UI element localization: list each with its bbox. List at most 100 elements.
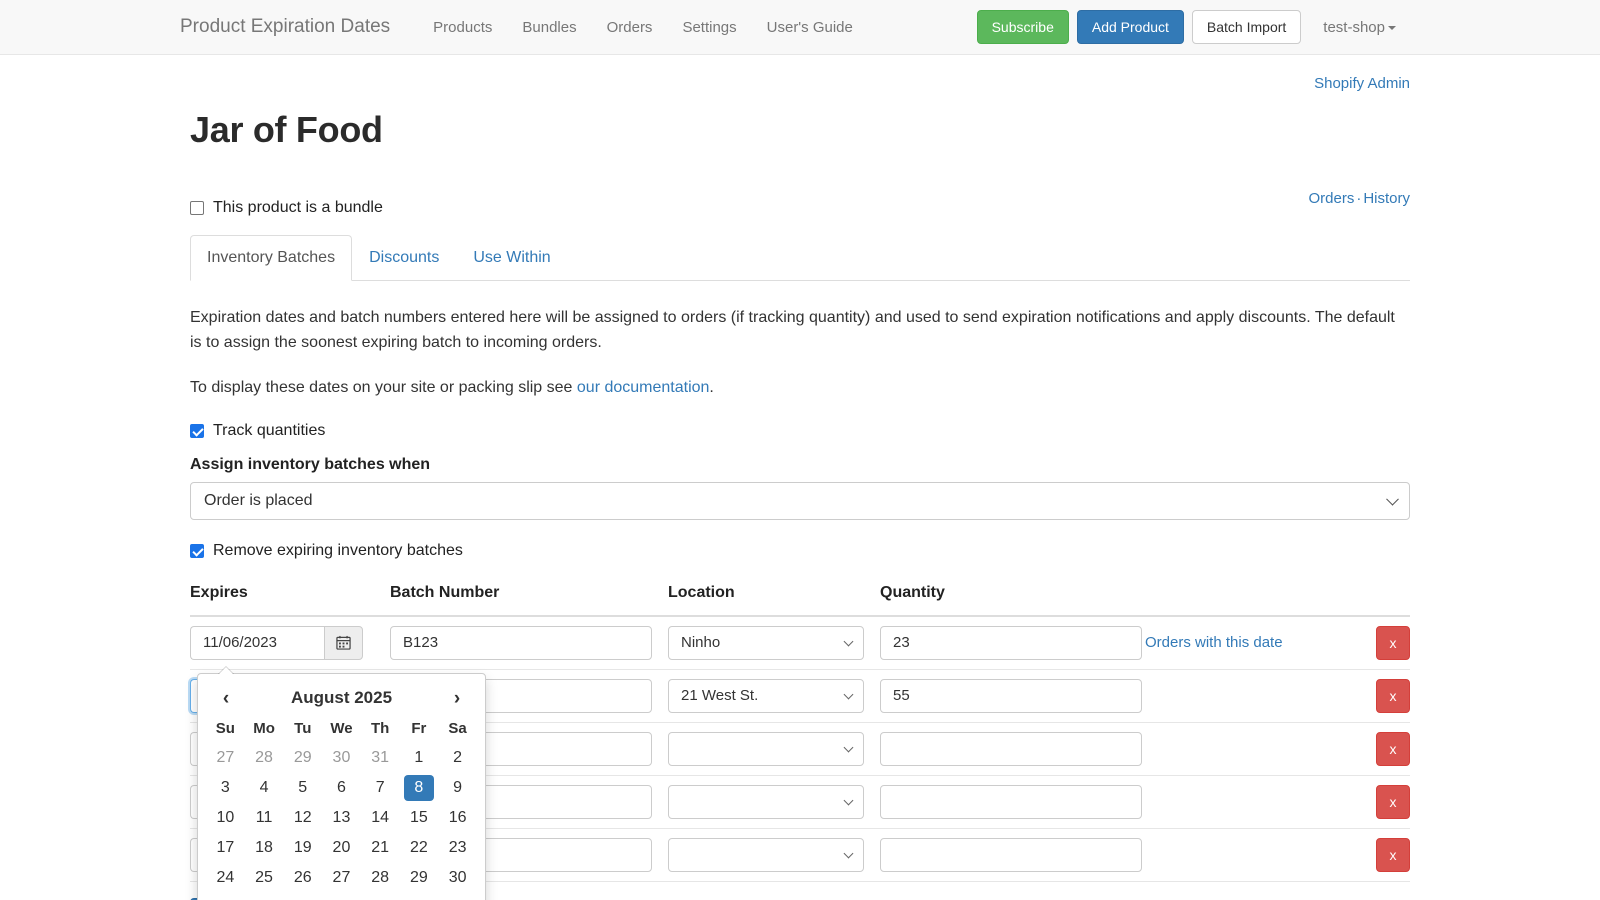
datepicker-day[interactable]: 28 xyxy=(365,865,395,891)
delete-row-button[interactable]: x xyxy=(1376,679,1410,713)
quantity-input[interactable]: 55 xyxy=(880,679,1142,713)
delete-row-button[interactable]: x xyxy=(1376,838,1410,872)
nav-link-orders[interactable]: Orders xyxy=(592,19,668,36)
assign-batches-select[interactable]: Order is placed xyxy=(190,482,1410,520)
chevron-down-icon xyxy=(844,689,854,699)
location-select[interactable]: 21 West St. xyxy=(668,679,864,713)
delete-row-button[interactable]: x xyxy=(1376,785,1410,819)
cell-orders-link xyxy=(1145,669,1355,722)
tab-discounts[interactable]: Discounts xyxy=(352,235,456,281)
cell-orders-link xyxy=(1145,828,1355,881)
location-value: 21 West St. xyxy=(681,687,758,704)
documentation-link[interactable]: our documentation xyxy=(577,379,710,396)
datepicker-day[interactable]: 1 xyxy=(404,745,434,771)
next-month-icon[interactable]: › xyxy=(447,689,467,708)
datepicker-day[interactable]: 14 xyxy=(365,805,395,831)
datepicker-day[interactable]: 19 xyxy=(288,835,318,861)
datepicker-day[interactable]: 29 xyxy=(288,745,318,771)
delete-row-button[interactable]: x xyxy=(1376,732,1410,766)
datepicker-day[interactable]: 5 xyxy=(288,775,318,801)
datepicker-day[interactable]: 4 xyxy=(249,775,279,801)
datepicker-day[interactable]: 17 xyxy=(210,835,240,861)
datepicker-day-selected[interactable]: 8 xyxy=(404,775,434,801)
datepicker-day[interactable]: 23 xyxy=(443,835,473,861)
datepicker-day[interactable]: 15 xyxy=(404,805,434,831)
history-link[interactable]: History xyxy=(1363,190,1410,207)
calendar-icon-button[interactable] xyxy=(324,626,363,660)
datepicker-day[interactable]: 30 xyxy=(326,745,356,771)
weekday-mo: Mo xyxy=(245,714,284,743)
tab-bar: Inventory Batches Discounts Use Within xyxy=(190,235,1410,281)
cell-orders-link xyxy=(1145,722,1355,775)
location-select[interactable] xyxy=(668,785,864,819)
datepicker-day[interactable]: 2 xyxy=(443,745,473,771)
datepicker-day[interactable]: 31 xyxy=(210,895,240,900)
shopify-admin-row: Shopify Admin xyxy=(190,75,1410,97)
app-brand[interactable]: Product Expiration Dates xyxy=(180,16,390,38)
bundle-checkbox-row: This product is a bundle xyxy=(190,199,1410,217)
batch-number-input[interactable]: B123 xyxy=(390,626,652,660)
quantity-input[interactable] xyxy=(880,785,1142,819)
bundle-checkbox[interactable] xyxy=(190,201,204,215)
nav-link-bundles[interactable]: Bundles xyxy=(507,19,591,36)
nav-link-settings[interactable]: Settings xyxy=(667,19,751,36)
datepicker-day[interactable]: 31 xyxy=(365,745,395,771)
datepicker-day[interactable]: 6 xyxy=(326,775,356,801)
track-quantities-label: Track quantities xyxy=(213,422,325,440)
nav-link-users-guide[interactable]: User's Guide xyxy=(752,19,868,36)
datepicker-week-row: 31 1 2 3 4 5 6 xyxy=(206,893,477,900)
location-select[interactable]: Ninho xyxy=(668,626,864,660)
datepicker-day[interactable]: 3 xyxy=(326,895,356,900)
datepicker-day[interactable]: 12 xyxy=(288,805,318,831)
datepicker-day[interactable]: 13 xyxy=(326,805,356,831)
datepicker-day[interactable]: 27 xyxy=(210,745,240,771)
datepicker-day[interactable]: 22 xyxy=(404,835,434,861)
shop-dropdown[interactable]: test-shop xyxy=(1309,19,1402,36)
datepicker-day[interactable]: 5 xyxy=(404,895,434,900)
cell-quantity xyxy=(880,722,1145,775)
datepicker-day[interactable]: 27 xyxy=(326,865,356,891)
datepicker-title[interactable]: August 2025 xyxy=(291,688,392,708)
datepicker-day[interactable]: 10 xyxy=(210,805,240,831)
datepicker-day[interactable]: 25 xyxy=(249,865,279,891)
track-quantities-checkbox[interactable] xyxy=(190,424,204,438)
datepicker-day[interactable]: 9 xyxy=(443,775,473,801)
location-select[interactable] xyxy=(668,732,864,766)
quantity-input[interactable] xyxy=(880,838,1142,872)
location-select[interactable] xyxy=(668,838,864,872)
datepicker-day[interactable]: 18 xyxy=(249,835,279,861)
datepicker-day[interactable]: 16 xyxy=(443,805,473,831)
orders-with-this-date-link[interactable]: Orders with this date xyxy=(1145,634,1283,651)
datepicker-day[interactable]: 2 xyxy=(288,895,318,900)
datepicker-day[interactable]: 29 xyxy=(404,865,434,891)
subscribe-button[interactable]: Subscribe xyxy=(977,10,1069,44)
cell-orders-link: Orders with this date xyxy=(1145,616,1355,670)
datepicker-day[interactable]: 28 xyxy=(249,745,279,771)
datepicker-day[interactable]: 20 xyxy=(326,835,356,861)
datepicker-day[interactable]: 4 xyxy=(365,895,395,900)
tab-use-within[interactable]: Use Within xyxy=(456,235,567,281)
prev-month-icon[interactable]: ‹ xyxy=(216,689,236,708)
datepicker-day[interactable]: 1 xyxy=(249,895,279,900)
tab-inventory-batches[interactable]: Inventory Batches xyxy=(190,235,352,281)
nav-link-products[interactable]: Products xyxy=(418,19,507,36)
delete-row-button[interactable]: x xyxy=(1376,626,1410,660)
remove-expiring-checkbox[interactable] xyxy=(190,544,204,558)
datepicker-day[interactable]: 7 xyxy=(365,775,395,801)
datepicker-day[interactable]: 21 xyxy=(365,835,395,861)
cell-expires: 11/06/2023 xyxy=(190,616,390,670)
orders-link[interactable]: Orders xyxy=(1308,190,1354,207)
batch-import-button[interactable]: Batch Import xyxy=(1192,10,1301,44)
quantity-input[interactable] xyxy=(880,732,1142,766)
datepicker-day[interactable]: 24 xyxy=(210,865,240,891)
datepicker-day[interactable]: 30 xyxy=(443,865,473,891)
datepicker-day[interactable]: 11 xyxy=(249,805,279,831)
datepicker-day[interactable]: 3 xyxy=(210,775,240,801)
weekday-we: We xyxy=(322,714,361,743)
expires-input[interactable]: 11/06/2023 xyxy=(190,626,324,660)
datepicker-day[interactable]: 26 xyxy=(288,865,318,891)
quantity-input[interactable]: 23 xyxy=(880,626,1142,660)
add-product-button[interactable]: Add Product xyxy=(1077,10,1184,44)
datepicker-day[interactable]: 6 xyxy=(443,895,473,900)
shopify-admin-link[interactable]: Shopify Admin xyxy=(1314,75,1410,92)
